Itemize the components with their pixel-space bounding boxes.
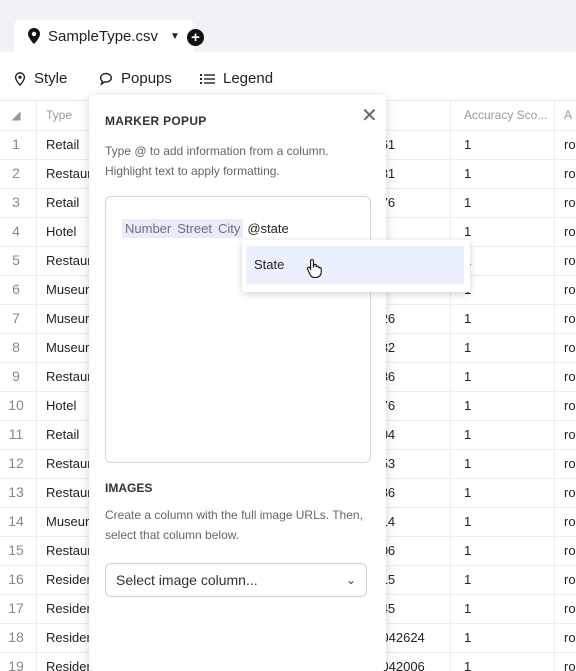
row-number: 16 — [8, 571, 24, 587]
help-line-1: Type @ to add information from a column. — [105, 144, 329, 158]
row-number: 3 — [12, 194, 20, 210]
cell-accuracy[interactable]: 1 — [452, 420, 562, 449]
cell-a[interactable]: ro — [556, 594, 576, 623]
column-header-a[interactable]: A — [556, 101, 576, 130]
row-number: 18 — [8, 629, 24, 645]
column-header-accuracy[interactable]: Accuracy Sco... — [452, 101, 562, 130]
list-icon — [200, 73, 215, 84]
cell-a[interactable]: ro — [556, 449, 576, 478]
close-icon[interactable]: ✕ — [361, 103, 378, 128]
cell-a[interactable]: ro — [556, 536, 576, 565]
row-number: 4 — [12, 223, 20, 239]
cell-a[interactable]: ro — [556, 362, 576, 391]
cell-accuracy[interactable]: 1 — [452, 391, 562, 420]
cell-a[interactable]: ro — [556, 652, 576, 671]
cell-accuracy[interactable]: 1 — [452, 159, 562, 188]
row-number: 2 — [12, 165, 20, 181]
file-name: SampleType.csv — [48, 27, 159, 45]
help-line-2: Highlight text to apply formatting. — [105, 164, 280, 178]
hand-cursor-icon — [306, 258, 322, 278]
images-help-text: Create a column with the full image URLs… — [105, 505, 375, 545]
style-label: Style — [34, 70, 68, 87]
row-number: 15 — [8, 542, 24, 558]
cell-accuracy[interactable]: 1 — [452, 362, 562, 391]
autocomplete-option-state[interactable]: State — [246, 246, 464, 284]
popups-button[interactable]: Popups — [99, 70, 172, 87]
column-chip-city[interactable]: City — [214, 219, 244, 238]
speech-bubble-icon — [99, 72, 113, 86]
cell-a[interactable]: ro — [556, 217, 576, 246]
cell-a[interactable]: ro — [556, 420, 576, 449]
cell-a[interactable]: ro — [556, 565, 576, 594]
images-help-line-1: Create a column with the full image URLs… — [105, 508, 363, 522]
row-number: 7 — [12, 310, 20, 326]
images-help-line-2: select that column below. — [105, 528, 240, 542]
cell-a[interactable]: ro — [556, 275, 576, 304]
typed-text: @state — [247, 221, 289, 236]
popup-help-text: Type @ to add information from a column.… — [105, 141, 365, 181]
cell-a[interactable]: ro — [556, 159, 576, 188]
style-button[interactable]: Style — [14, 70, 67, 87]
cell-a[interactable]: ro — [556, 246, 576, 275]
cell-accuracy[interactable]: 1 — [452, 130, 562, 159]
row-number: 14 — [8, 513, 24, 529]
row-number: 19 — [8, 658, 24, 671]
popup-content: Number Street City @state — [122, 219, 289, 238]
cell-a[interactable]: ro — [556, 507, 576, 536]
cell-a[interactable]: ro — [556, 130, 576, 159]
images-section-title: IMAGES — [105, 481, 153, 495]
file-tab-bar: SampleType.csv ▼ + — [0, 0, 576, 52]
cell-accuracy[interactable]: 1 — [452, 507, 562, 536]
row-number: 12 — [8, 455, 24, 471]
chevron-down-icon: ⌄ — [345, 573, 356, 587]
location-pin-icon — [28, 28, 40, 44]
select-all-icon[interactable]: ◢ — [0, 101, 32, 130]
cell-a[interactable]: ro — [556, 478, 576, 507]
row-number: 11 — [8, 426, 24, 442]
image-column-select[interactable]: Select image column... ⌄ — [105, 563, 367, 597]
row-number: 6 — [12, 281, 20, 297]
column-chip-number[interactable]: Number — [122, 219, 175, 238]
cell-accuracy[interactable]: 1 — [452, 188, 562, 217]
add-file-button[interactable]: + — [187, 29, 204, 46]
cell-a[interactable]: ro — [556, 391, 576, 420]
cell-a[interactable]: ro — [556, 333, 576, 362]
cell-accuracy[interactable]: 1 — [452, 333, 562, 362]
cell-accuracy[interactable]: 1 — [452, 594, 562, 623]
chevron-down-icon[interactable]: ▼ — [170, 31, 180, 42]
marker-popup-panel: MARKER POPUP ✕ Type @ to add information… — [89, 95, 386, 671]
popup-text-editor[interactable]: Number Street City @state — [105, 196, 371, 463]
row-number: 5 — [12, 252, 20, 268]
row-number: 13 — [8, 484, 24, 500]
cell-accuracy[interactable]: 1 — [452, 449, 562, 478]
cell-accuracy[interactable]: 1 — [452, 652, 562, 671]
marker-icon — [14, 71, 26, 86]
select-placeholder: Select image column... — [116, 572, 258, 588]
legend-button[interactable]: Legend — [200, 70, 273, 87]
row-number: 17 — [8, 600, 24, 616]
cell-a[interactable]: ro — [556, 188, 576, 217]
cell-accuracy[interactable]: 1 — [452, 304, 562, 333]
cell-accuracy[interactable]: 1 — [452, 536, 562, 565]
cell-a[interactable]: ro — [556, 304, 576, 333]
cell-accuracy[interactable]: 1 — [452, 478, 562, 507]
legend-label: Legend — [223, 70, 274, 87]
file-tab[interactable]: SampleType.csv ▼ — [14, 20, 194, 52]
autocomplete-dropdown: State — [242, 240, 470, 292]
popups-label: Popups — [121, 70, 172, 87]
toolbar: Style Popups Legend — [0, 52, 576, 101]
row-number: 10 — [8, 397, 24, 413]
column-chip-street[interactable]: Street — [174, 219, 215, 238]
row-number: 9 — [12, 368, 20, 384]
cell-a[interactable]: ro — [556, 623, 576, 652]
row-number: 1 — [12, 136, 20, 152]
panel-title: MARKER POPUP — [105, 114, 207, 128]
row-number: 8 — [12, 339, 20, 355]
cell-accuracy[interactable]: 1 — [452, 623, 562, 652]
cell-accuracy[interactable]: 1 — [452, 565, 562, 594]
